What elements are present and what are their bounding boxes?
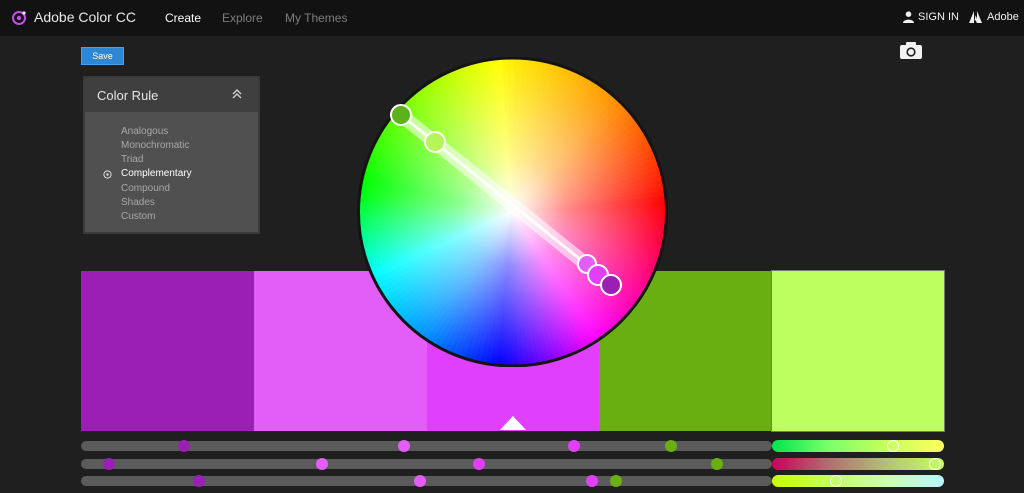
color-wheel[interactable] [355,57,670,367]
collapse-chevron-icon[interactable] [231,88,243,100]
slider-dot-r1-4[interactable] [665,440,677,452]
wheel-handle-2[interactable] [424,131,446,153]
rule-option-compound[interactable]: Compound [121,183,170,194]
rule-option-custom[interactable]: Custom [121,211,155,222]
wheel-handle-5[interactable] [600,274,622,296]
app-title: Adobe Color CC [34,9,136,25]
color-rule-title: Color Rule [97,88,159,103]
slider-row-2[interactable] [81,459,772,469]
saturation-gradient-slider[interactable] [772,458,944,470]
brightness-slider-handle[interactable] [830,475,842,487]
color-rule-panel: Color Rule Analogous Monochromatic Triad… [83,76,260,234]
slider-dot-r3-3[interactable] [586,475,598,487]
color-rule-header[interactable]: Color Rule [85,78,258,112]
slider-dot-r2-1[interactable] [103,458,115,470]
slider-dot-r2-4[interactable] [711,458,723,470]
color-swatch-5[interactable] [771,270,945,432]
user-icon[interactable] [903,11,914,23]
top-bar: Adobe Color CC Create Explore My Themes … [0,0,1024,36]
slider-dot-r3-1[interactable] [193,475,205,487]
nav-my-themes[interactable]: My Themes [285,11,347,25]
camera-icon[interactable] [900,42,922,59]
selected-radio-icon [103,170,112,179]
nav-create[interactable]: Create [165,11,201,25]
sign-in-link[interactable]: SIGN IN [918,11,959,23]
rule-option-triad[interactable]: Triad [121,154,143,165]
rule-option-shades[interactable]: Shades [121,197,155,208]
nav-explore[interactable]: Explore [222,11,263,25]
slider-dot-r1-3[interactable] [568,440,580,452]
wheel-handle-1[interactable] [390,104,412,126]
slider-dot-r2-3[interactable] [473,458,485,470]
rule-option-analogous[interactable]: Analogous [121,126,168,137]
color-swatch-1[interactable] [81,271,254,431]
rule-option-complementary[interactable]: Complementary [121,168,192,179]
adobe-color-logo-icon[interactable] [11,10,27,26]
rule-option-monochromatic[interactable]: Monochromatic [121,140,189,151]
slider-dot-r1-1[interactable] [178,440,190,452]
adobe-link[interactable]: Adobe [987,11,1019,23]
save-button[interactable]: Save [81,47,124,65]
brightness-gradient-slider[interactable] [772,475,944,487]
slider-dot-r3-4[interactable] [610,475,622,487]
color-wheel-graphic[interactable] [355,57,670,367]
hue-slider-handle[interactable] [887,440,899,452]
slider-dot-r1-2[interactable] [398,440,410,452]
slider-dot-r3-2[interactable] [414,475,426,487]
adobe-logo-icon[interactable] [969,11,982,23]
base-color-marker-icon [500,416,526,430]
saturation-slider-handle[interactable] [929,458,941,470]
slider-row-3[interactable] [81,476,772,486]
slider-dot-r2-2[interactable] [316,458,328,470]
hue-gradient-slider[interactable] [772,440,944,452]
